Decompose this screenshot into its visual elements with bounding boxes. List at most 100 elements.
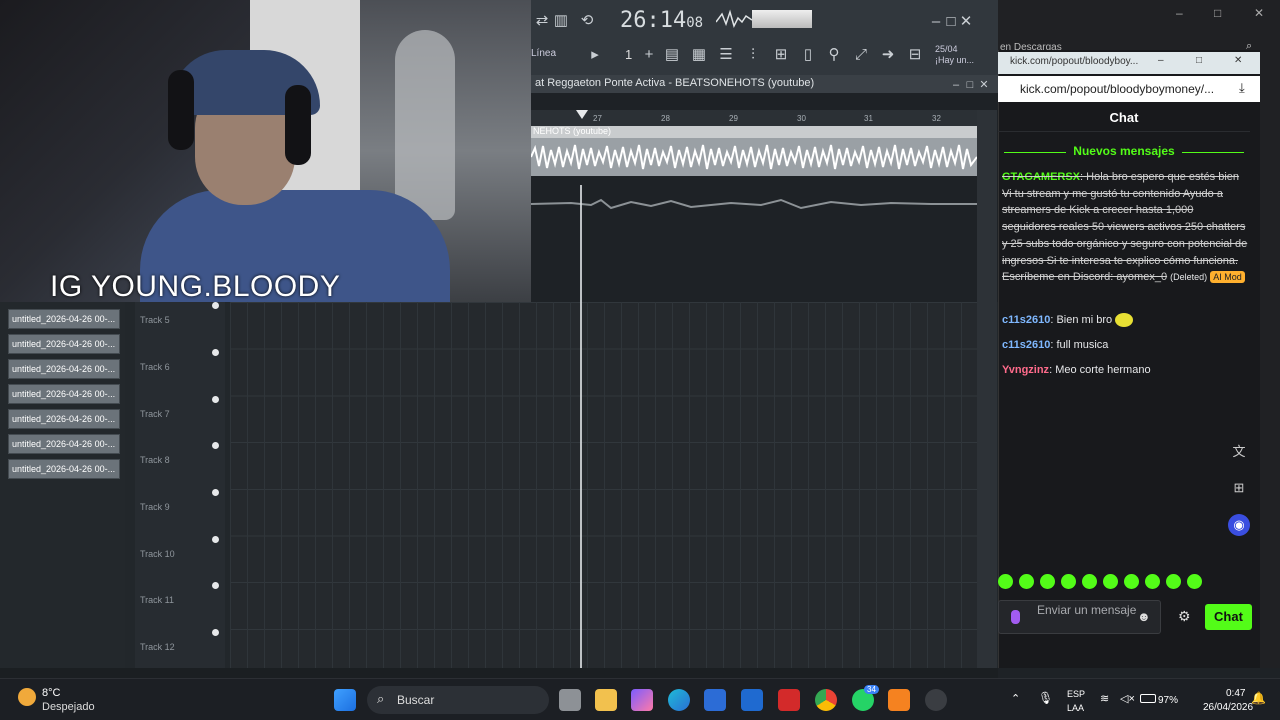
emote-icon[interactable] — [1187, 574, 1202, 589]
track-mute-toggle[interactable] — [212, 349, 219, 356]
taskbar-search[interactable]: ⌕ Buscar — [367, 686, 549, 714]
fl-studio-icon[interactable] — [888, 689, 910, 711]
input-layout[interactable]: LAA — [1067, 703, 1084, 713]
playlist-icon[interactable]: ▤ — [661, 44, 683, 66]
browser-icon[interactable]: ⊞ — [770, 44, 792, 66]
send-chat-button[interactable]: Chat — [1205, 604, 1252, 630]
playhead-marker-icon[interactable] — [576, 110, 588, 119]
emote-icon[interactable] — [1061, 574, 1076, 589]
step-value[interactable]: 1 — [625, 47, 632, 62]
track-mute-toggle[interactable] — [212, 582, 219, 589]
track-mute-toggle[interactable] — [212, 489, 219, 496]
chat-username[interactable]: Yvngzinz — [1002, 364, 1049, 376]
mail-icon[interactable] — [741, 689, 763, 711]
plugin-icon[interactable]: ⚲ — [823, 44, 845, 66]
url-bar[interactable]: kick.com/popout/bloodyboymoney/... ⤓ — [998, 76, 1260, 102]
pattern-item[interactable]: untitled_2026-04-26 00-... — [8, 409, 120, 429]
notifications-icon[interactable]: 🔔 — [1251, 691, 1266, 705]
track-label[interactable]: Track 10 — [140, 549, 175, 559]
grid-icon[interactable]: ⊞ — [1228, 477, 1250, 499]
emote-icon[interactable] — [1145, 574, 1160, 589]
weather-icon[interactable] — [18, 688, 36, 706]
emoji-icon[interactable]: ☻ — [1137, 610, 1151, 623]
audio-clip-label[interactable]: NEHOTS (youtube) — [531, 126, 977, 138]
input-language[interactable]: ESP — [1067, 689, 1085, 699]
track-mute-toggle[interactable] — [212, 442, 219, 449]
channel-rack-icon[interactable]: ▦ — [688, 44, 710, 66]
download-icon[interactable]: ⤓ — [1239, 80, 1245, 96]
piano-icon[interactable]: ▥ — [550, 10, 572, 32]
close-icon[interactable]: ✕ — [1234, 55, 1242, 66]
task-view-icon[interactable] — [559, 689, 581, 711]
wifi-icon[interactable]: ≋ — [1100, 692, 1109, 705]
volume-muted-icon[interactable]: ◁× — [1120, 692, 1135, 705]
emote-icon[interactable] — [1019, 574, 1034, 589]
obs-icon[interactable] — [925, 689, 947, 711]
pattern-item[interactable]: untitled_2026-04-26 00-... — [8, 359, 120, 379]
track-label[interactable]: Track 8 — [140, 455, 170, 465]
play-icon[interactable]: ▸ — [584, 44, 606, 66]
vocal-clip-waveform[interactable] — [531, 190, 977, 218]
battery-icon[interactable] — [1140, 694, 1156, 703]
chat-username[interactable]: c11s2610 — [1002, 314, 1050, 326]
whatsapp-icon[interactable]: 34 — [852, 685, 879, 711]
plus-icon[interactable]: + — [638, 44, 660, 66]
file-icon[interactable]: ▯ — [797, 44, 819, 66]
pattern-item[interactable]: untitled_2026-04-26 00-... — [8, 309, 120, 329]
playlist-scrollbar[interactable] — [977, 110, 997, 668]
microphone-icon[interactable]: 🎙 — [1038, 691, 1053, 705]
pick-icon[interactable]: ⤢ — [850, 44, 872, 66]
emote-icon[interactable] — [1103, 574, 1118, 589]
cart-icon[interactable]: ⊟ — [904, 44, 926, 66]
track-label[interactable]: Track 9 — [140, 502, 170, 512]
pattern-item[interactable]: untitled_2026-04-26 00-... — [8, 384, 120, 404]
emote-icon[interactable] — [1166, 574, 1181, 589]
emote-icon[interactable] — [1082, 574, 1097, 589]
track-mute-toggle[interactable] — [212, 629, 219, 636]
emote-icon[interactable] — [998, 574, 1013, 589]
windows-start-icon[interactable] — [334, 689, 356, 711]
track-label[interactable]: Track 7 — [140, 409, 170, 419]
track-label[interactable]: Track 6 — [140, 362, 170, 372]
minimize-icon[interactable]: – — [1158, 55, 1164, 66]
close-icon[interactable]: ✕ — [955, 11, 977, 33]
file-explorer-icon[interactable] — [595, 689, 617, 711]
pattern-item[interactable]: untitled_2026-04-26 00-... — [8, 334, 120, 354]
emote-icon[interactable] — [1124, 574, 1139, 589]
maximize-icon[interactable]: □ — [1214, 6, 1221, 20]
translate-icon[interactable]: 文 — [1228, 441, 1250, 463]
copilot-icon[interactable] — [631, 689, 653, 711]
weather-description[interactable]: Despejado — [42, 701, 95, 713]
track-label[interactable]: Track 11 — [140, 595, 174, 605]
track-mute-toggle[interactable] — [212, 302, 219, 309]
arrow-icon[interactable]: ➜ — [877, 44, 899, 66]
bot-icon[interactable]: ◉ — [1228, 514, 1250, 536]
microphone-icon[interactable] — [1011, 610, 1020, 624]
close-icon[interactable]: ✕ — [1254, 6, 1264, 20]
track-mute-toggle[interactable] — [212, 396, 219, 403]
chat-username[interactable]: GTAGAMERSX — [1002, 171, 1080, 183]
pattern-item[interactable]: untitled_2026-04-26 00-... — [8, 434, 120, 454]
app-l-icon[interactable] — [778, 689, 800, 711]
audio-clip-waveform[interactable] — [531, 138, 977, 176]
emote-icon[interactable] — [1040, 574, 1055, 589]
maximize-icon[interactable]: □ — [1196, 55, 1202, 66]
loop-icon[interactable]: ⟲ — [576, 10, 598, 32]
battery-percent[interactable]: 97% — [1158, 695, 1178, 706]
weather-temperature[interactable]: 8°C — [42, 687, 60, 699]
store-icon[interactable] — [704, 689, 726, 711]
equalizer-icon[interactable]: ⫶ — [742, 44, 764, 66]
edge-icon[interactable] — [668, 689, 690, 711]
close-icon[interactable]: ✕ — [973, 74, 995, 96]
track-label[interactable]: Track 12 — [140, 642, 175, 652]
mixer-icon[interactable]: ☰ — [715, 44, 737, 66]
clock-time[interactable]: 0:47 — [1226, 688, 1245, 699]
track-mute-toggle[interactable] — [212, 536, 219, 543]
minimize-icon[interactable]: – — [1176, 6, 1183, 20]
chevron-up-icon[interactable]: ⌃ — [1011, 692, 1020, 705]
browser-scrollbar[interactable] — [1260, 50, 1280, 668]
chat-username[interactable]: c11s2610 — [1002, 339, 1050, 351]
clock-date[interactable]: 26/04/2026 — [1203, 702, 1253, 713]
chrome-icon[interactable] — [815, 689, 837, 711]
playlist-grid[interactable] — [230, 302, 977, 668]
